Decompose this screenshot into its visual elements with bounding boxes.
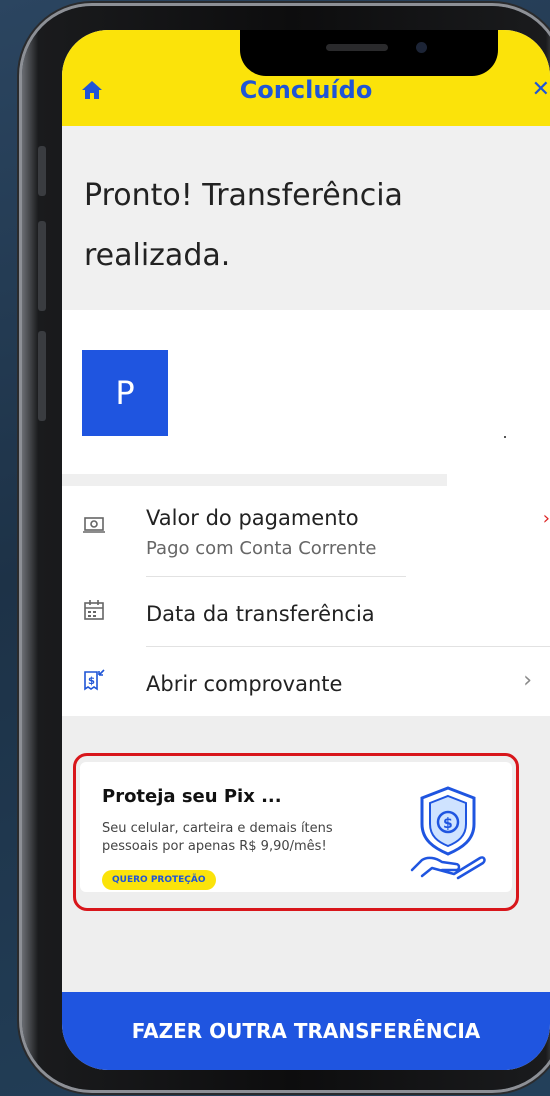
calendar-icon <box>84 600 104 620</box>
silent-switch <box>38 146 46 196</box>
chevron-right-icon: › <box>523 668 532 693</box>
volume-up-button <box>38 221 46 311</box>
close-icon[interactable]: ✕ <box>532 77 550 102</box>
payment-label: Valor do pagamento <box>146 506 359 530</box>
phone-screen: Concluído ✕ Pronto! Transferência realiz… <box>62 30 550 1070</box>
divider <box>146 576 406 577</box>
payment-row: Valor do pagamento Pago com Conta Corren… <box>62 500 550 580</box>
volume-down-button <box>38 331 46 421</box>
svg-text:$: $ <box>88 676 95 687</box>
money-icon <box>83 517 105 533</box>
amount-indicator: › <box>542 508 550 529</box>
promo-highlight-frame <box>73 753 519 911</box>
front-camera <box>416 42 427 53</box>
divider <box>146 646 550 647</box>
decorative-dot <box>504 436 506 438</box>
speaker <box>326 44 388 51</box>
payment-method: Pago com Conta Corrente <box>146 538 377 559</box>
page-title: Concluído <box>239 76 373 104</box>
section-separator <box>62 474 447 486</box>
new-transfer-button[interactable]: FAZER OUTRA TRANSFERÊNCIA <box>62 992 550 1070</box>
receipt-icon: $ <box>84 669 105 691</box>
notch <box>240 30 498 76</box>
open-receipt-label: Abrir comprovante <box>146 672 343 696</box>
confirmation-title: Pronto! Transferência realizada. <box>84 178 403 273</box>
date-label: Data da transferência <box>146 602 375 626</box>
recipient-avatar: P <box>82 350 168 436</box>
confirmation-banner: Pronto! Transferência realizada. <box>62 126 550 310</box>
date-row: Data da transferência <box>62 580 550 650</box>
open-receipt-row[interactable]: $ Abrir comprovante › <box>62 650 550 716</box>
